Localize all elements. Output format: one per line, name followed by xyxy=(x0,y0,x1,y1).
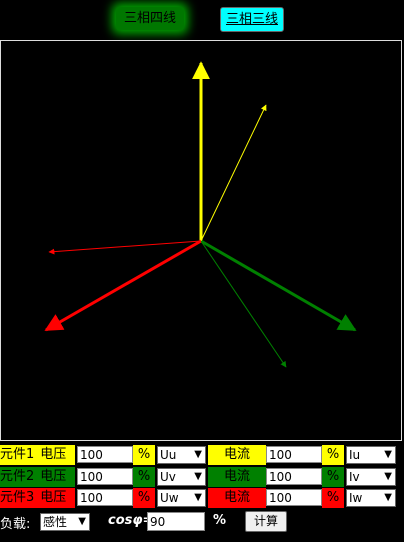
current-w-vector xyxy=(48,240,202,255)
chevron-down-icon: ▼ xyxy=(78,516,86,527)
element-row-3: 元件3电压 % Uw▼ 电流 % Iw▼ xyxy=(0,488,404,508)
three-phase-three-wire-button[interactable]: 三相三线 xyxy=(220,7,284,32)
current-pct-1: % xyxy=(322,445,344,465)
phasor-canvas xyxy=(0,40,402,441)
cos-phi-pct: % xyxy=(213,513,227,528)
element-row-1: 元件1电压 % Uu▼ 电流 % Iu▼ xyxy=(0,445,404,465)
current-input-3[interactable] xyxy=(266,489,322,506)
current-select-1[interactable]: Iu ▼ xyxy=(346,446,396,464)
current-label-1: 电流 xyxy=(208,445,266,465)
voltage-w-vector xyxy=(44,239,202,332)
current-label-2: 电流 xyxy=(208,467,266,487)
load-label: 负载: xyxy=(0,517,31,532)
voltage-input-1[interactable] xyxy=(77,446,133,463)
element-row-2: 元件2电压 % Uv▼ 电流 % Iv▼ xyxy=(0,467,404,487)
voltage-input-3[interactable] xyxy=(77,489,133,506)
voltage-select-3[interactable]: Uw ▼ xyxy=(157,489,206,507)
current-v-vector xyxy=(200,240,287,368)
three-phase-four-wire-button[interactable]: 三相四线 xyxy=(116,7,184,30)
chevron-down-icon: ▼ xyxy=(384,492,392,503)
chevron-down-icon: ▼ xyxy=(194,471,202,482)
phasor-diagram xyxy=(44,61,357,368)
element-label: 元件3 电压 xyxy=(0,488,75,508)
voltage-select-2[interactable]: Uv ▼ xyxy=(157,468,206,486)
mode-bar: 三相四线 三相三线 xyxy=(0,0,404,40)
voltage-pct-3: % xyxy=(133,488,155,508)
voltage-select-1[interactable]: Uu ▼ xyxy=(157,446,206,464)
chevron-down-icon: ▼ xyxy=(194,492,202,503)
four-wire-label: 三相四线 xyxy=(123,11,176,26)
chevron-down-icon: ▼ xyxy=(384,471,392,482)
current-pct-3: % xyxy=(322,488,344,508)
load-settings: 负载: 感性▼ cosφ= % 计算 xyxy=(0,510,404,534)
element-label: 元件1 电压 xyxy=(0,445,75,465)
voltage-v-vector xyxy=(200,239,357,332)
current-select-3[interactable]: Iw ▼ xyxy=(346,489,396,507)
calculate-button[interactable]: 计算 xyxy=(245,511,287,532)
current-input-1[interactable] xyxy=(266,446,322,463)
chevron-down-icon: ▼ xyxy=(194,449,202,460)
current-input-2[interactable] xyxy=(266,468,322,485)
current-pct-2: % xyxy=(322,467,344,487)
load-type-select[interactable]: 感性 ▼ xyxy=(40,513,90,531)
current-label-3: 电流 xyxy=(208,488,266,508)
element-label: 元件2 电压 xyxy=(0,467,75,487)
three-wire-label: 三相三线 xyxy=(225,12,278,27)
chevron-down-icon: ▼ xyxy=(384,449,392,460)
cos-phi-input[interactable] xyxy=(147,512,205,531)
voltage-pct-1: % xyxy=(133,445,155,465)
voltage-input-2[interactable] xyxy=(77,468,133,485)
current-select-2[interactable]: Iv ▼ xyxy=(346,468,396,486)
voltage-pct-2: % xyxy=(133,467,155,487)
current-u-vector xyxy=(200,104,267,242)
